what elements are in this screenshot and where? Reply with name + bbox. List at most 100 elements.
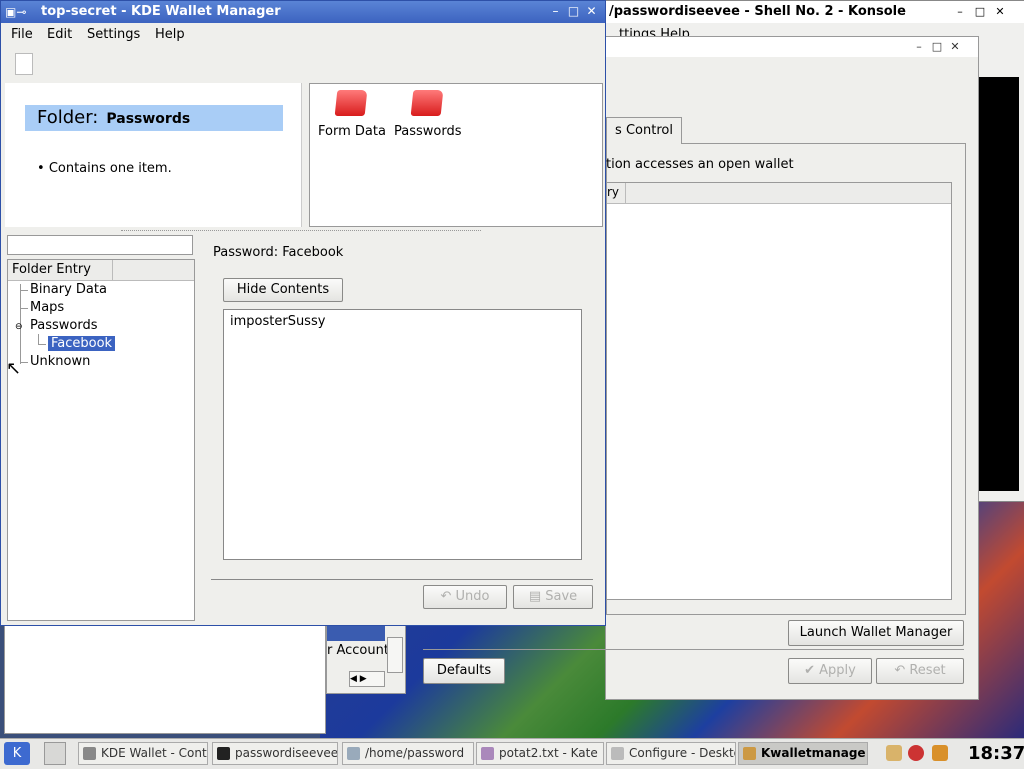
kde-menu-icon[interactable]: K	[4, 742, 30, 765]
background-list-area[interactable]	[4, 622, 326, 734]
close-icon[interactable]: ✕	[993, 5, 1007, 19]
access-list[interactable]: ry	[606, 182, 952, 600]
folder-icon[interactable]	[334, 90, 368, 116]
kwallet-manager-window[interactable]: ▣⊸ top-secret - KDE Wallet Manager – □ ✕ F…	[0, 0, 606, 626]
task-label: Configure - Deskto	[629, 746, 736, 760]
folder-heading-prefix: Folder:	[37, 107, 99, 128]
network-icon[interactable]	[908, 745, 924, 761]
horizontal-scrollbar[interactable]: ◀ ▶	[349, 671, 385, 687]
folder-icon[interactable]	[410, 90, 444, 116]
check-icon: ✔	[804, 663, 820, 678]
access-note: tion accesses an open wallet	[606, 157, 794, 172]
tab-access-control[interactable]: s Control	[606, 117, 682, 144]
tree-line	[20, 308, 28, 309]
password-content-box[interactable]: imposterSussy	[223, 309, 582, 560]
terminal-icon	[217, 747, 230, 760]
wallet-tray-icon[interactable]	[932, 745, 948, 761]
hide-contents-button[interactable]: Hide Contents	[223, 278, 343, 302]
defaults-button[interactable]: Defaults	[423, 658, 505, 684]
minimize-icon[interactable]: –	[953, 5, 967, 19]
list-header[interactable]: ry	[607, 183, 951, 204]
save-button[interactable]: ▤ Save	[513, 585, 593, 609]
menu-settings[interactable]: Settings	[87, 27, 140, 42]
list-header-partial[interactable]: ry	[607, 185, 625, 199]
folder-form-data[interactable]: Form Data	[318, 124, 386, 139]
tree-item-binary-data[interactable]: Binary Data	[30, 282, 107, 297]
tree-item-unknown[interactable]: Unknown	[30, 354, 90, 369]
maximize-icon[interactable]: □	[566, 4, 581, 19]
minimize-icon[interactable]: –	[912, 40, 926, 54]
task-kde-wallet-control[interactable]: KDE Wallet - Contro	[78, 742, 208, 765]
klipper-icon[interactable]	[886, 745, 902, 761]
task-kate[interactable]: potat2.txt - Kate	[476, 742, 604, 765]
apply-button[interactable]: ✔ Apply	[788, 658, 872, 684]
undo-label: Undo	[455, 589, 490, 604]
task-label: potat2.txt - Kate	[499, 746, 598, 760]
background-panel[interactable]: r Account ◀ ▶	[326, 622, 406, 694]
taskbar: K KDE Wallet - Contro passwordiseevee /h…	[0, 738, 1024, 769]
folder-passwords[interactable]: Passwords	[394, 124, 462, 139]
save-label: Save	[545, 589, 578, 604]
toolbar	[1, 47, 605, 81]
konsole-titlebar[interactable]: /passwordiseevee - Shell No. 2 - Konsole…	[601, 1, 1024, 23]
folder-icon	[347, 747, 360, 760]
account-partial[interactable]: r Account	[327, 643, 389, 658]
new-document-icon[interactable]	[15, 53, 33, 75]
tree-line	[20, 362, 28, 363]
password-value[interactable]: imposterSussy	[230, 314, 325, 329]
mouse-cursor-icon: ↖	[6, 358, 22, 379]
task-label: passwordiseevee	[235, 746, 338, 760]
minimize-icon[interactable]: –	[548, 4, 563, 19]
terminal-area[interactable]	[979, 77, 1019, 491]
configure-titlebar[interactable]: – □ ✕	[606, 37, 978, 57]
splitter-handle[interactable]	[121, 230, 481, 234]
search-input[interactable]	[7, 235, 193, 255]
entry-title: Password: Facebook	[213, 245, 344, 260]
task-label: KDE Wallet - Contro	[101, 746, 208, 760]
tree-item-maps[interactable]: Maps	[30, 300, 64, 315]
task-label: Kwalletmanage	[761, 746, 866, 760]
contains-label: Contains one item.	[48, 161, 172, 176]
header-divider	[625, 183, 626, 203]
folder-heading: Folder: Passwords	[25, 105, 283, 131]
task-file-manager[interactable]: /home/password	[342, 742, 474, 765]
tree-header-label[interactable]: Folder Entry	[12, 262, 91, 277]
configure-dialog[interactable]: – □ ✕ s Control tion accesses an open wa…	[423, 36, 979, 700]
maximize-icon[interactable]: □	[930, 40, 944, 54]
reset-label: Reset	[909, 663, 946, 678]
app-icon	[83, 747, 96, 760]
close-icon[interactable]: ✕	[948, 40, 962, 54]
folder-info-pane: Folder: Passwords • Contains one item.	[5, 83, 302, 227]
konsole-title: /passwordiseevee - Shell No. 2 - Konsole	[609, 4, 906, 19]
undo-button[interactable]: ↶ Undo	[423, 585, 507, 609]
reset-button[interactable]: ↶ Reset	[876, 658, 964, 684]
task-konsole[interactable]: passwordiseevee	[212, 742, 338, 765]
folder-icon-pane[interactable]: Form Data Passwords	[309, 83, 603, 227]
menu-file[interactable]: File	[11, 27, 33, 42]
clock[interactable]: 18:37	[968, 743, 1024, 764]
menubar: File Edit Settings Help	[1, 23, 605, 47]
header-divider	[112, 260, 113, 280]
task-kwalletmanager[interactable]: Kwalletmanage	[738, 742, 868, 765]
tree-header[interactable]: Folder Entry	[8, 260, 194, 281]
save-icon: ▤	[528, 589, 546, 604]
task-label: /home/password	[365, 746, 465, 760]
wallet-app-icon[interactable]: ▣⊸	[5, 5, 26, 19]
kwallet-titlebar[interactable]: ▣⊸ top-secret - KDE Wallet Manager – □ ✕	[1, 1, 605, 23]
maximize-icon[interactable]: □	[973, 5, 987, 19]
selection-highlight	[327, 625, 385, 641]
tree-item-facebook[interactable]: Facebook	[48, 336, 116, 351]
divider	[423, 649, 964, 650]
tree-item-passwords[interactable]: Passwords	[30, 318, 98, 333]
menu-help[interactable]: Help	[155, 27, 185, 42]
folder-heading-name: Passwords	[106, 111, 191, 127]
close-icon[interactable]: ✕	[584, 4, 599, 19]
folder-tree[interactable]: Folder Entry Binary Data Maps ⊖ Password…	[7, 259, 195, 621]
wallet-icon	[743, 747, 756, 760]
task-configure[interactable]: Configure - Deskto	[606, 742, 736, 765]
menu-edit[interactable]: Edit	[47, 27, 72, 42]
scrollbar[interactable]	[387, 637, 403, 673]
launch-wallet-manager-button[interactable]: Launch Wallet Manager	[788, 620, 964, 646]
show-desktop-icon[interactable]	[44, 742, 66, 765]
expand-arrow-icon[interactable]: ⊖	[15, 322, 23, 332]
